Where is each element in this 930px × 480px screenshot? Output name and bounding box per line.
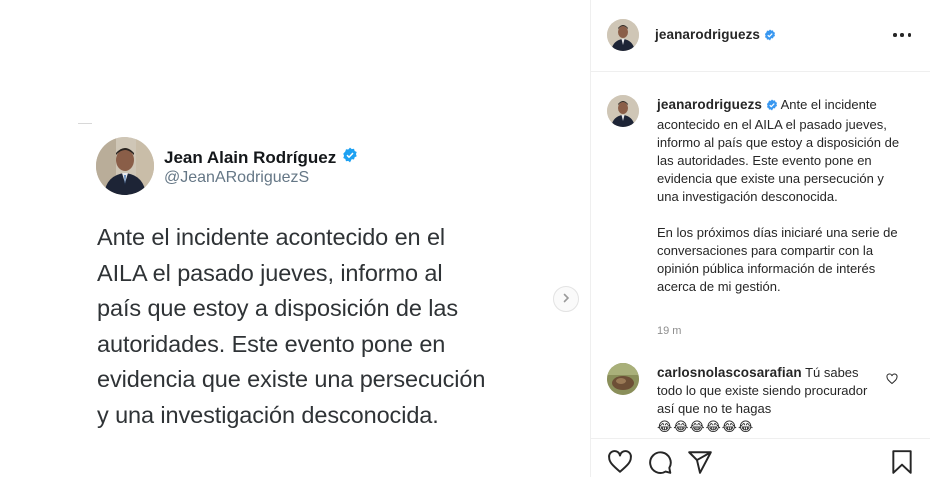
tweet-avatar bbox=[96, 137, 154, 195]
tweet-author-name-row: Jean Alain Rodríguez bbox=[164, 147, 358, 168]
caption-text-1: Ante el incidente acontecido en el AILA … bbox=[657, 97, 900, 204]
tweet-text: Ante el incidente acontecido en el AILA … bbox=[97, 224, 486, 428]
caption: jeanarodriguezs Ante el incidente aconte… bbox=[657, 96, 907, 296]
caption-text-2: En los próximos días iniciaré una serie … bbox=[657, 225, 898, 294]
comment: carlosnolascosarafian Tú sabes todo lo q… bbox=[657, 364, 875, 436]
verified-badge-icon bbox=[342, 147, 358, 168]
verified-badge-icon bbox=[766, 98, 778, 116]
heart-icon[interactable] bbox=[607, 449, 633, 475]
caption-avatar[interactable] bbox=[607, 95, 639, 127]
comment-emojis: 😂😂😂😂😂😂 bbox=[657, 419, 755, 434]
post-action-bar bbox=[591, 438, 930, 477]
tweet-handle: @JeanARodriguezS bbox=[164, 169, 310, 186]
post-image: Jean Alain Rodríguez @JeanARodriguezS An… bbox=[0, 0, 590, 477]
bookmark-icon[interactable] bbox=[889, 449, 915, 475]
comment-username[interactable]: carlosnolascosarafian bbox=[657, 365, 802, 380]
more-options-icon[interactable] bbox=[893, 28, 911, 42]
share-icon[interactable] bbox=[687, 449, 713, 475]
caption-paragraph-1: jeanarodriguezs Ante el incidente aconte… bbox=[657, 96, 907, 206]
header-username-row: jeanarodriguezs bbox=[655, 26, 776, 46]
header-avatar[interactable] bbox=[607, 19, 639, 51]
post-header: jeanarodriguezs bbox=[591, 0, 930, 72]
carousel-next-button[interactable] bbox=[553, 286, 579, 312]
caption-timestamp[interactable]: 19 m bbox=[657, 325, 681, 337]
verified-badge-icon bbox=[764, 28, 776, 46]
tweet-author-name: Jean Alain Rodríguez bbox=[164, 147, 337, 167]
tweet-top-mark bbox=[78, 123, 92, 124]
comment-icon[interactable] bbox=[647, 449, 673, 475]
comment-avatar[interactable] bbox=[607, 363, 639, 395]
caption-username[interactable]: jeanarodriguezs bbox=[657, 97, 762, 112]
post-side-panel: jeanarodriguezs jeanarodriguezs Ante el … bbox=[590, 0, 930, 477]
heart-icon[interactable] bbox=[886, 372, 898, 385]
chevron-right-icon bbox=[561, 290, 571, 308]
header-username[interactable]: jeanarodriguezs bbox=[655, 27, 760, 42]
